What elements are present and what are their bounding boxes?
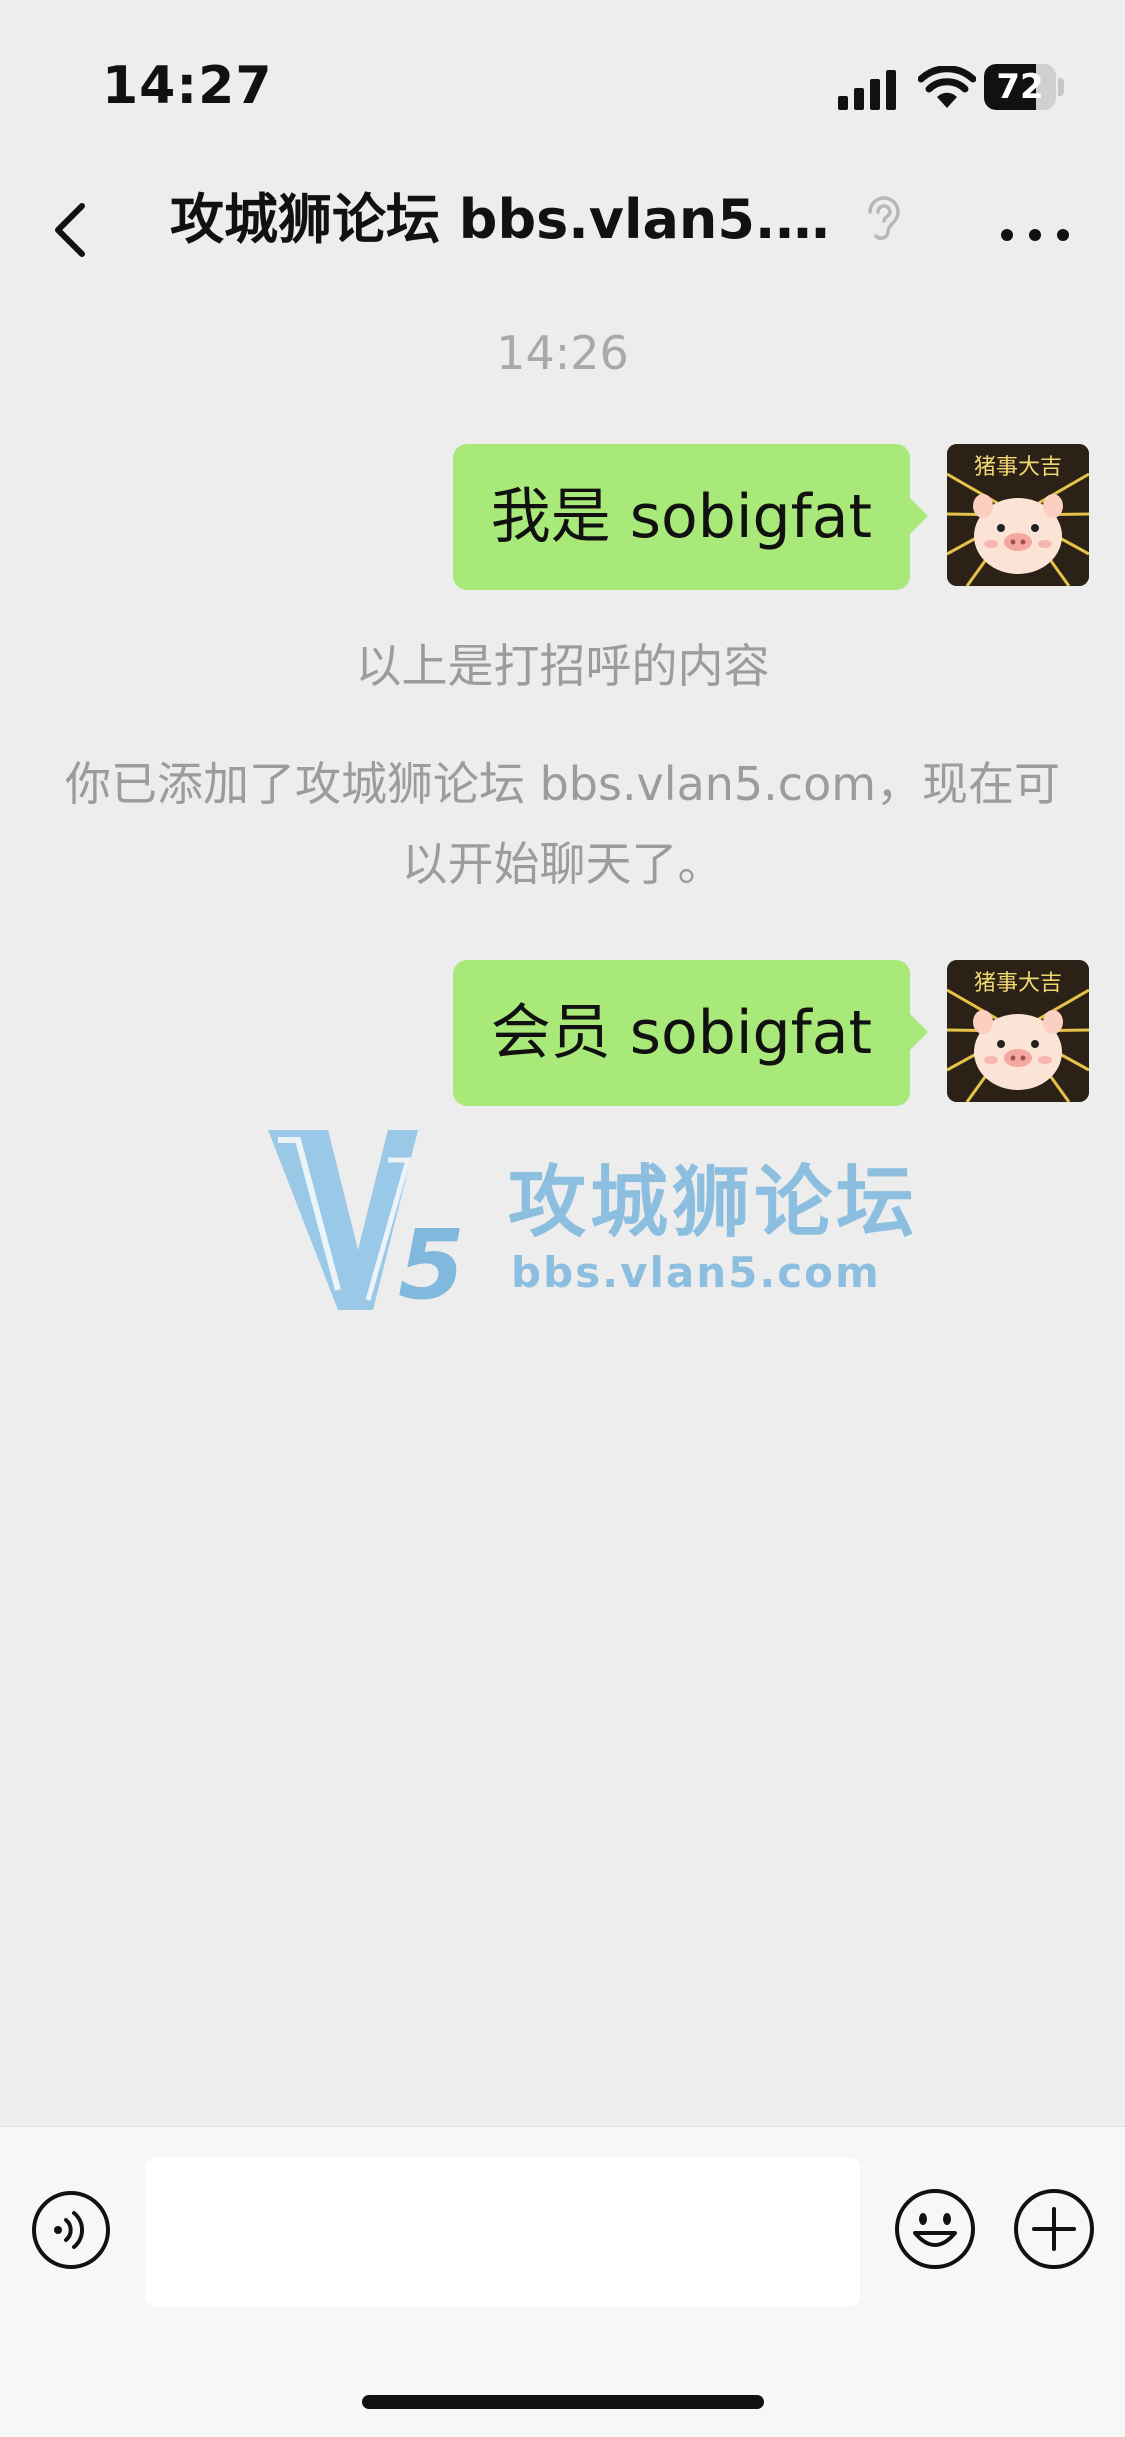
voice-button[interactable] (30, 2189, 112, 2271)
system-message-greeting: 以上是打招呼的内容 (355, 639, 770, 693)
wifi-icon (918, 66, 976, 108)
voice-icon (32, 2191, 110, 2269)
ear-icon (868, 196, 900, 240)
message-bubble[interactable]: 会员 sobigfat (452, 960, 929, 1106)
more-button[interactable] (990, 190, 1080, 260)
status-time: 14:27 (102, 56, 273, 116)
svg-text:猪事大吉: 猪事大吉 (974, 455, 1062, 480)
more-dots-icon (1001, 229, 1069, 241)
pig-avatar-image: 猪事大吉 (947, 444, 1089, 586)
svg-text:猪事大吉: 猪事大吉 (974, 971, 1062, 996)
more-functions-button[interactable] (1012, 2187, 1096, 2271)
status-bar: 14:27 72 (0, 0, 1125, 170)
avatar[interactable]: 猪事大吉 (947, 444, 1089, 586)
pig-avatar-image: 猪事大吉 (947, 960, 1089, 1102)
chat-title: 攻城狮论坛 bbs.vlan5.com (170, 188, 840, 251)
avatar[interactable]: 猪事大吉 (947, 960, 1089, 1102)
svg-text:5: 5 (398, 1209, 465, 1315)
watermark-logo: 5 攻城狮论坛 bbs.vlan5.com (258, 1120, 914, 1321)
back-button[interactable] (40, 180, 130, 280)
plus-icon (1014, 2189, 1094, 2269)
chat-timestamp: 14:26 (496, 326, 629, 380)
battery-icon: 72 (984, 64, 1066, 110)
message-row: 会员 sobigfat 猪事大吉 (0, 960, 1125, 1106)
emoji-button[interactable] (893, 2187, 977, 2271)
cellular-signal-icon (838, 70, 896, 110)
message-input[interactable] (145, 2157, 860, 2307)
message-bubble[interactable]: 我是 sobigfat (452, 444, 929, 590)
watermark-title: 攻城狮论坛 (508, 1158, 919, 1248)
watermark-url: bbs.vlan5.com (511, 1248, 881, 1297)
home-indicator[interactable] (362, 2395, 764, 2409)
system-message-added: 你已添加了攻城狮论坛 bbs.vlan5.com，现在可以开始聊天了。 (64, 757, 1061, 891)
v5-logo-icon: 5 (268, 1130, 465, 1321)
input-bar (0, 2126, 1125, 2437)
emoji-icon (895, 2189, 975, 2269)
chevron-left-icon (55, 203, 85, 257)
message-row: 我是 sobigfat 猪事大吉 (0, 444, 1125, 590)
battery-percentage: 72 (996, 67, 1044, 107)
chat-header: 攻城狮论坛 bbs.vlan5.com (0, 170, 1125, 290)
